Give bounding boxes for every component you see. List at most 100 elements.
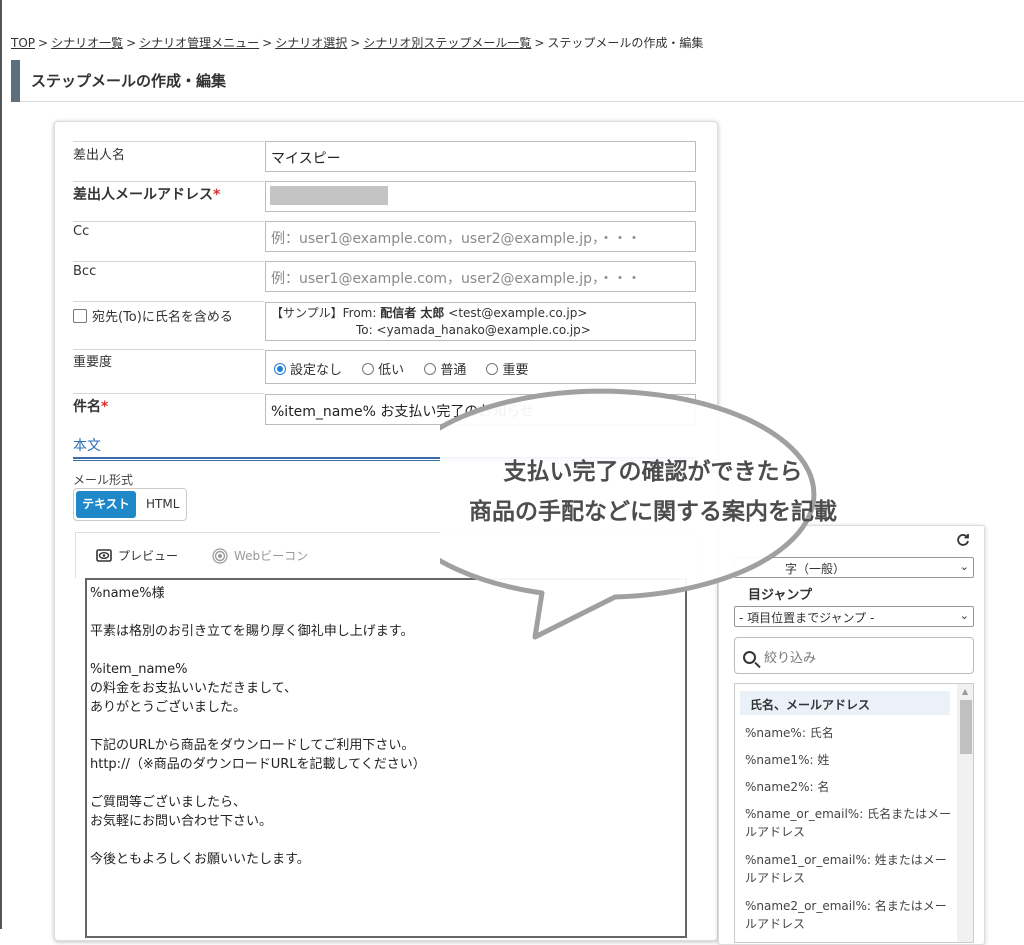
include-name-label: 宛先(To)に氏名を含める xyxy=(92,310,233,325)
breadcrumb-separator: > xyxy=(534,36,545,50)
breadcrumb-separator: > xyxy=(38,36,49,50)
editor-line: お気軽にお問い合わせ下さい。 xyxy=(90,814,273,829)
body-heading: 本文 xyxy=(73,438,101,454)
priority-option-high[interactable]: 重要 xyxy=(486,363,528,378)
variable-list-scrollbar[interactable]: ▲ xyxy=(957,684,973,942)
web-beacon-tab[interactable]: Webビーコン xyxy=(212,547,308,564)
required-mark: * xyxy=(101,399,109,415)
callout-line-1: 支払い完了の確認ができたら xyxy=(503,459,803,485)
page-header: ステップメールの作成・編集 xyxy=(11,60,1024,102)
editor-line: ありがとうございました。 xyxy=(90,700,247,715)
cc-label: Cc xyxy=(73,224,90,239)
page-header-accent-bar xyxy=(11,60,20,102)
to-sample-to-line: To: <yamada_hanako@example.co.jp> xyxy=(271,322,690,339)
format-text-button[interactable]: テキスト xyxy=(76,491,136,518)
breadcrumb-scenario-list-link[interactable]: シナリオ一覧 xyxy=(51,36,123,50)
breadcrumb-separator: > xyxy=(126,36,137,50)
chevron-down-icon: ⌄ xyxy=(959,560,969,573)
priority-label: 重要度 xyxy=(73,355,113,370)
filter-placeholder: 絞り込み xyxy=(764,651,817,666)
scrollbar-thumb[interactable] xyxy=(960,700,972,754)
variable-item[interactable]: %name_or_email%: 氏名またはメールアドレス xyxy=(745,805,955,841)
variable-list: 氏名、メールアドレス %name%: 氏名 %name1%: 姓 %name2%… xyxy=(734,683,974,943)
row-divider xyxy=(73,181,264,182)
web-beacon-tab-label: Webビーコン xyxy=(234,549,309,563)
variable-item[interactable]: %name1_or_email%: 姓またはメールアドレス xyxy=(745,851,955,887)
row-divider xyxy=(73,141,264,142)
radio[interactable] xyxy=(362,363,375,375)
beacon-icon xyxy=(212,548,228,564)
editor-line: http://（※商品のダウンロードURLを記載してください） xyxy=(90,757,426,772)
breadcrumb-scenario-menu-link[interactable]: シナリオ管理メニュー xyxy=(139,36,259,50)
refresh-icon[interactable] xyxy=(956,532,970,551)
editor-line: 下記のURLから商品をダウンロードしてご利用下さい。 xyxy=(90,738,415,753)
scroll-up-arrow-icon[interactable]: ▲ xyxy=(962,687,968,696)
breadcrumb-step-mail-list-link[interactable]: シナリオ別ステップメール一覧 xyxy=(363,36,531,50)
priority-option-low[interactable]: 低い xyxy=(362,363,404,378)
sender-name-label: 差出人名 xyxy=(73,148,126,163)
variable-group-heading: 氏名、メールアドレス xyxy=(740,691,950,715)
chevron-down-icon: ⌄ xyxy=(959,609,969,622)
variable-item[interactable]: %name2%: 名 xyxy=(745,778,955,796)
page-title: ステップメールの作成・編集 xyxy=(31,72,227,90)
sample-from-addr: <test@example.co.jp> xyxy=(448,306,588,320)
editor-line: %item_name% xyxy=(90,662,188,677)
variable-item[interactable]: %name2_or_email%: 名またはメールアドレス xyxy=(745,897,955,933)
required-mark: * xyxy=(213,187,221,203)
to-sample-box: 【サンプル】From: 配信者 太郎 <test@example.co.jp> … xyxy=(265,302,696,341)
row-divider xyxy=(73,393,264,394)
row-divider xyxy=(73,349,264,350)
sender-email-label: 差出人メールアドレス* xyxy=(73,184,220,204)
include-name-checkbox[interactable] xyxy=(73,309,87,323)
editor-line: の料金をお支払いいただきまして、 xyxy=(90,681,297,696)
sender-name-field[interactable]: マイスピー xyxy=(265,141,696,172)
breadcrumb-separator: > xyxy=(262,36,273,50)
search-icon xyxy=(743,651,756,664)
sample-to-label: To: xyxy=(356,323,373,337)
preview-tab-label: プレビュー xyxy=(118,549,179,563)
priority-option-label: 重要 xyxy=(502,363,529,378)
sample-from-name: 配信者 太郎 xyxy=(380,306,445,320)
variable-item[interactable]: %name%: 氏名 xyxy=(745,724,955,742)
sample-to-addr: <yamada_hanako@example.co.jp> xyxy=(376,323,591,337)
sender-email-label-text: 差出人メールアドレス xyxy=(73,187,213,203)
priority-option-none[interactable]: 設定なし xyxy=(274,363,342,378)
variable-item[interactable]: %name1%: 姓 xyxy=(745,751,955,769)
sender-email-masked xyxy=(270,186,388,205)
cc-field[interactable]: 例：user1@example.com，user2@example.jp，・・・ xyxy=(265,221,696,252)
breadcrumb: TOP > シナリオ一覧 > シナリオ管理メニュー > シナリオ選択 > シナリオ別ステップメー… xyxy=(11,34,703,51)
priority-option-label: 普通 xyxy=(440,363,467,378)
eye-icon xyxy=(96,549,112,562)
preview-tab[interactable]: プレビュー xyxy=(96,547,178,564)
breadcrumb-top-link[interactable]: TOP xyxy=(11,36,35,50)
window-left-edge xyxy=(0,0,2,929)
row-divider xyxy=(73,301,264,302)
breadcrumb-scenario-select-link[interactable]: シナリオ選択 xyxy=(275,36,347,50)
callout-line-2: 商品の手配などに関する案内を記載 xyxy=(469,499,837,525)
format-html-button[interactable]: HTML xyxy=(146,491,184,518)
callout-text: 支払い完了の確認ができたら 商品の手配などに関する案内を記載 xyxy=(440,452,866,532)
breadcrumb-separator: > xyxy=(350,36,361,50)
bcc-label: Bcc xyxy=(73,264,97,279)
include-name-option[interactable]: 宛先(To)に氏名を含める xyxy=(73,306,233,325)
mail-format-label: メール形式 xyxy=(73,473,134,487)
priority-radio-group: 設定なし 低い 普通 重要 xyxy=(265,350,696,384)
editor-line: 今後ともよろしくお願いいたします。 xyxy=(90,852,310,867)
sample-prefix: 【サンプル】From: xyxy=(271,306,377,320)
radio[interactable] xyxy=(424,363,437,375)
subject-label-text: 件名 xyxy=(73,399,101,415)
editor-line: ご質問等ございましたら、 xyxy=(90,795,247,810)
radio[interactable] xyxy=(486,363,499,375)
priority-option-label: 設定なし xyxy=(290,363,343,378)
mail-format-toggle: テキスト HTML xyxy=(73,488,187,521)
priority-option-normal[interactable]: 普通 xyxy=(424,363,466,378)
bcc-field[interactable]: 例：user1@example.com，user2@example.jp，・・・ xyxy=(265,261,696,292)
priority-option-label: 低い xyxy=(378,363,405,378)
row-divider xyxy=(73,221,264,222)
subject-label: 件名* xyxy=(73,396,108,416)
radio-selected[interactable] xyxy=(274,363,286,375)
